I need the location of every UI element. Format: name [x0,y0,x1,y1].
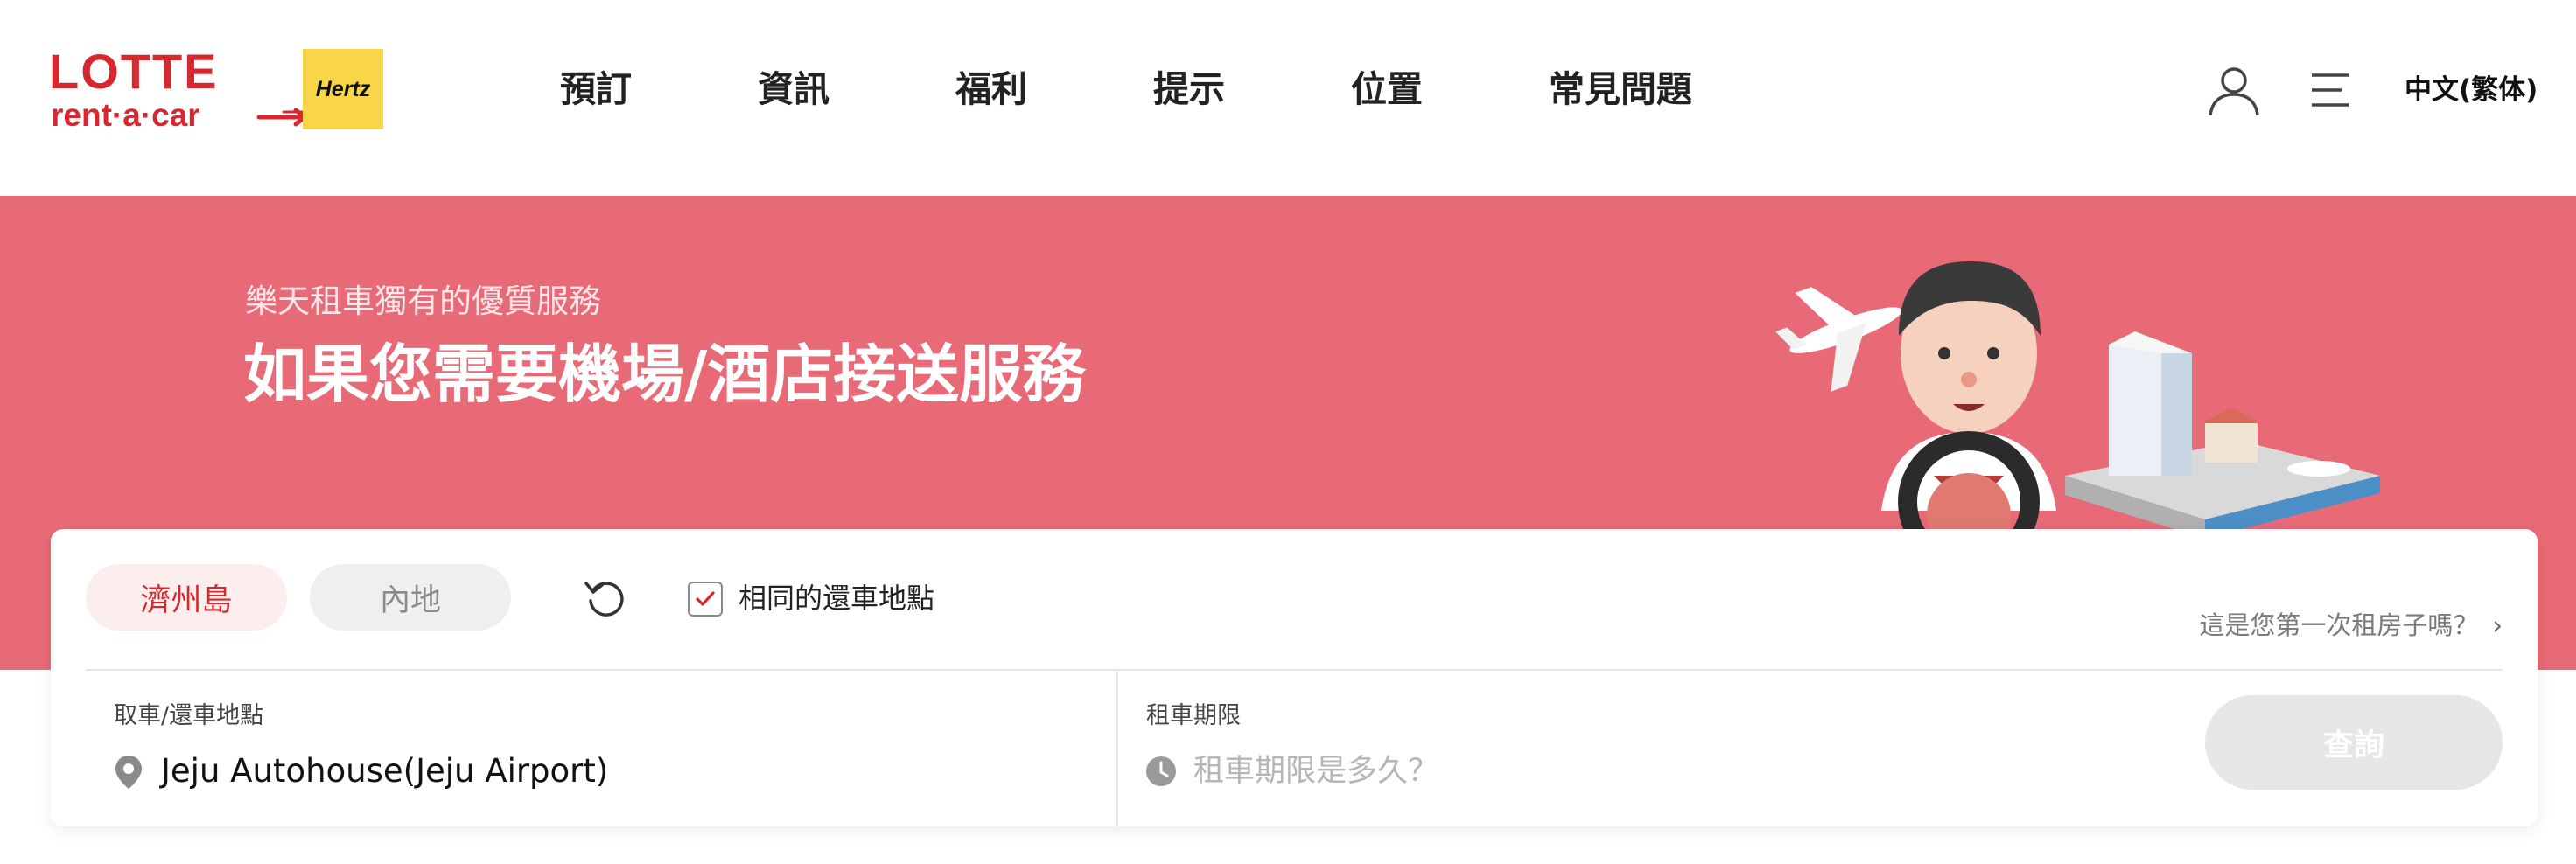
nav-item-info[interactable]: 資訊 [758,61,830,117]
clock-icon [1146,756,1176,786]
language-selector[interactable]: 中文(繁体) [2404,68,2538,112]
rental-search-form: 濟州島 內地 相同的還車地點 這是您第一次租房子嗎？ › 取車/還車地點 Jeju… [51,529,2538,826]
nav-item-tips[interactable]: 提示 [1153,61,1225,117]
search-button[interactable]: 查詢 [2205,695,2502,790]
site-header: LOTTE rent·a·car Hertz 預訂 資訊 福利 提示 位置 常見… [0,0,2576,196]
tab-jeju[interactable]: 濟州島 [86,564,287,631]
location-label: 取車/還車地點 [114,702,264,729]
main-nav: 預訂 資訊 福利 提示 位置 常見問題 [560,61,1692,117]
banner-subtitle: 樂天租車獨有的優質服務 [245,282,601,320]
field-divider [1116,671,1118,826]
rental-period-label: 租車期限 [1146,702,1241,729]
chevron-right-icon: › [2492,610,2502,640]
airplane-icon [1775,287,1902,392]
lotte-rent-a-car-logo[interactable]: LOTTE rent·a·car Hertz [49,47,390,135]
same-return-location-checkbox[interactable] [688,582,723,617]
banner-title: 如果您需要機場/酒店接送服務 [243,338,1086,411]
nav-item-faq[interactable]: 常見問題 [1549,61,1692,117]
tab-mainland[interactable]: 內地 [310,564,511,631]
hotel-island-illustration [2065,331,2380,539]
rental-period-input[interactable] [1194,746,1964,797]
nav-item-booking[interactable]: 預訂 [560,61,632,117]
logo-wordmark: LOTTE [49,44,219,99]
first-rental-link[interactable]: 這是您第一次租房子嗎？ › [2199,606,2502,645]
first-rental-text: 這是您第一次租房子嗎？ [2199,610,2479,640]
logo-subtitle: rent·a·car [51,97,200,133]
hamburger-menu-icon[interactable] [2310,70,2350,110]
same-return-location-label[interactable]: 相同的還車地點 [738,578,934,618]
form-divider [86,669,2502,671]
location-pin-icon [116,756,142,789]
nav-item-benefits[interactable]: 福利 [956,61,1027,117]
reset-icon[interactable] [583,575,630,622]
pickup-location-field[interactable]: Jeju Autohouse(Jeju Airport) [161,748,608,795]
hertz-logo: Hertz [303,49,383,129]
check-icon [696,591,715,606]
driver-character [1881,261,2056,573]
nav-item-locations[interactable]: 位置 [1351,61,1423,117]
user-icon[interactable] [2207,65,2261,117]
